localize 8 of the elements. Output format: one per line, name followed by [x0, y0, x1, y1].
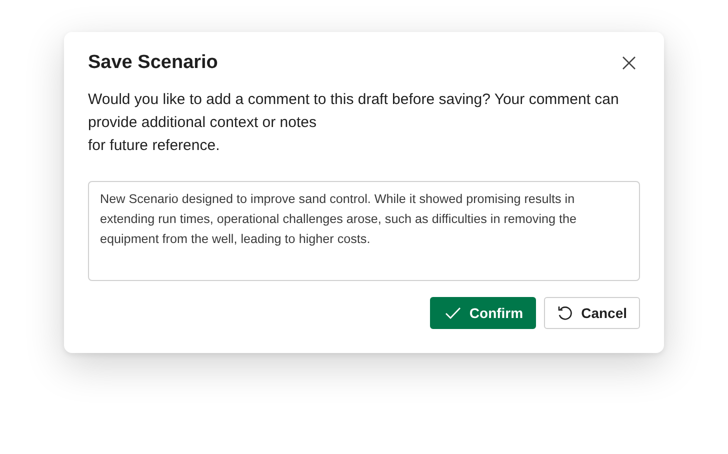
close-icon[interactable]: [622, 56, 636, 70]
comment-field[interactable]: New Scenario designed to improve sand control. While it showed promising results in extending run times, operational challenges arose, such as difficulties in removing the equipment from the well, leading to higher costs.: [88, 181, 640, 281]
dialog-title: Save Scenario: [88, 52, 218, 74]
checkmark-icon: [445, 305, 462, 321]
undo-icon: [557, 305, 574, 321]
confirm-button[interactable]: Confirm: [430, 297, 536, 329]
cancel-button[interactable]: Cancel: [544, 297, 640, 329]
dialog-message: Would you like to add a comment to this draft before saving? Your comment can provide additional context or notes for future reference.: [88, 90, 620, 156]
